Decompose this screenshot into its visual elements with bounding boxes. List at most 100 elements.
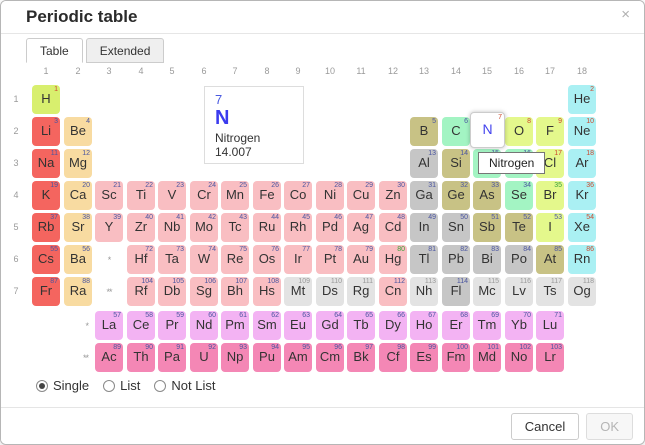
element-Ra[interactable]: 88Ra (64, 277, 92, 306)
element-Yb[interactable]: 70Yb (505, 311, 533, 340)
element-Cu[interactable]: 29Cu (347, 181, 375, 210)
element-Fm[interactable]: 100Fm (442, 343, 470, 372)
element-No[interactable]: 102No (505, 343, 533, 372)
element-Cn[interactable]: 112Cn (379, 277, 407, 306)
element-Re[interactable]: 75Re (221, 245, 249, 274)
element-Db[interactable]: 105Db (158, 277, 186, 306)
element-Cm[interactable]: 96Cm (316, 343, 344, 372)
element-Fr[interactable]: 87Fr (32, 277, 60, 306)
element-As[interactable]: 33As (473, 181, 501, 210)
element-Cs[interactable]: 55Cs (32, 245, 60, 274)
element-Ag[interactable]: 47Ag (347, 213, 375, 242)
element-In[interactable]: 49In (410, 213, 438, 242)
close-icon[interactable]: × (621, 7, 630, 23)
element-Co[interactable]: 27Co (284, 181, 312, 210)
element-Ni[interactable]: 28Ni (316, 181, 344, 210)
element-Pr[interactable]: 59Pr (158, 311, 186, 340)
element-Np[interactable]: 93Np (221, 343, 249, 372)
element-C[interactable]: 6C (442, 117, 470, 146)
element-Es[interactable]: 99Es (410, 343, 438, 372)
element-Tm[interactable]: 69Tm (473, 311, 501, 340)
radio-single[interactable]: Single (36, 378, 89, 393)
element-Sn[interactable]: 50Sn (442, 213, 470, 242)
element-Er[interactable]: 68Er (442, 311, 470, 340)
element-Ce[interactable]: 58Ce (127, 311, 155, 340)
element-Cd[interactable]: 48Cd (379, 213, 407, 242)
element-Hg[interactable]: 80Hg (379, 245, 407, 274)
element-Lr[interactable]: 103Lr (536, 343, 564, 372)
radio-icon[interactable] (36, 380, 48, 392)
element-Dy[interactable]: 66Dy (379, 311, 407, 340)
cancel-button[interactable]: Cancel (511, 413, 579, 440)
element-Pt[interactable]: 78Pt (316, 245, 344, 274)
element-Fl[interactable]: 114Fl (442, 277, 470, 306)
element-Ca[interactable]: 20Ca (64, 181, 92, 210)
element-Rh[interactable]: 45Rh (284, 213, 312, 242)
element-Pm[interactable]: 61Pm (221, 311, 249, 340)
element-Ts[interactable]: 117Ts (536, 277, 564, 306)
ok-button[interactable]: OK (586, 413, 633, 440)
radio-list[interactable]: List (103, 378, 140, 393)
element-Sg[interactable]: 106Sg (190, 277, 218, 306)
element-Tl[interactable]: 81Tl (410, 245, 438, 274)
element-He[interactable]: 2He (568, 85, 596, 114)
element-Tc[interactable]: 43Tc (221, 213, 249, 242)
element-Ne[interactable]: 10Ne (568, 117, 596, 146)
element-I[interactable]: 53I (536, 213, 564, 242)
element-Rf[interactable]: 104Rf (127, 277, 155, 306)
element-Tb[interactable]: 65Tb (347, 311, 375, 340)
element-W[interactable]: 74W (190, 245, 218, 274)
element-Na[interactable]: 11Na (32, 149, 60, 178)
element-Pd[interactable]: 46Pd (316, 213, 344, 242)
element-Og[interactable]: 118Og (568, 277, 596, 306)
element-H[interactable]: 1H (32, 85, 60, 114)
element-O[interactable]: 8O (505, 117, 533, 146)
element-Sr[interactable]: 38Sr (64, 213, 92, 242)
element-Au[interactable]: 79Au (347, 245, 375, 274)
element-Mc[interactable]: 115Mc (473, 277, 501, 306)
element-Lv[interactable]: 116Lv (505, 277, 533, 306)
element-Ho[interactable]: 67Ho (410, 311, 438, 340)
element-Br[interactable]: 35Br (536, 181, 564, 210)
element-Kr[interactable]: 36Kr (568, 181, 596, 210)
element-At[interactable]: 85At (536, 245, 564, 274)
element-N[interactable]: 7N (470, 112, 505, 148)
element-Cf[interactable]: 98Cf (379, 343, 407, 372)
element-Al[interactable]: 13Al (410, 149, 438, 178)
element-Ac[interactable]: 89Ac (95, 343, 123, 372)
element-Mo[interactable]: 42Mo (190, 213, 218, 242)
element-Ir[interactable]: 77Ir (284, 245, 312, 274)
element-La[interactable]: 57La (95, 311, 123, 340)
element-Sm[interactable]: 62Sm (253, 311, 281, 340)
element-K[interactable]: 19K (32, 181, 60, 210)
element-Mt[interactable]: 109Mt (284, 277, 312, 306)
element-Li[interactable]: 3Li (32, 117, 60, 146)
element-Os[interactable]: 76Os (253, 245, 281, 274)
element-Sc[interactable]: 21Sc (95, 181, 123, 210)
element-Se[interactable]: 34Se (505, 181, 533, 210)
element-Cr[interactable]: 24Cr (190, 181, 218, 210)
element-Mn[interactable]: 25Mn (221, 181, 249, 210)
element-Ba[interactable]: 56Ba (64, 245, 92, 274)
element-Pu[interactable]: 94Pu (253, 343, 281, 372)
element-Be[interactable]: 4Be (64, 117, 92, 146)
radio-not-list[interactable]: Not List (154, 378, 215, 393)
radio-icon[interactable] (154, 380, 166, 392)
tab-extended[interactable]: Extended (86, 38, 165, 63)
element-Ta[interactable]: 73Ta (158, 245, 186, 274)
element-Bk[interactable]: 97Bk (347, 343, 375, 372)
element-Hs[interactable]: 108Hs (253, 277, 281, 306)
element-Pb[interactable]: 82Pb (442, 245, 470, 274)
radio-icon[interactable] (103, 380, 115, 392)
element-Ti[interactable]: 22Ti (127, 181, 155, 210)
element-Am[interactable]: 95Am (284, 343, 312, 372)
element-Th[interactable]: 90Th (127, 343, 155, 372)
element-Fe[interactable]: 26Fe (253, 181, 281, 210)
element-Nh[interactable]: 113Nh (410, 277, 438, 306)
element-Y[interactable]: 39Y (95, 213, 123, 242)
element-Xe[interactable]: 54Xe (568, 213, 596, 242)
element-Pa[interactable]: 91Pa (158, 343, 186, 372)
element-Gd[interactable]: 64Gd (316, 311, 344, 340)
element-Ru[interactable]: 44Ru (253, 213, 281, 242)
element-Zr[interactable]: 40Zr (127, 213, 155, 242)
